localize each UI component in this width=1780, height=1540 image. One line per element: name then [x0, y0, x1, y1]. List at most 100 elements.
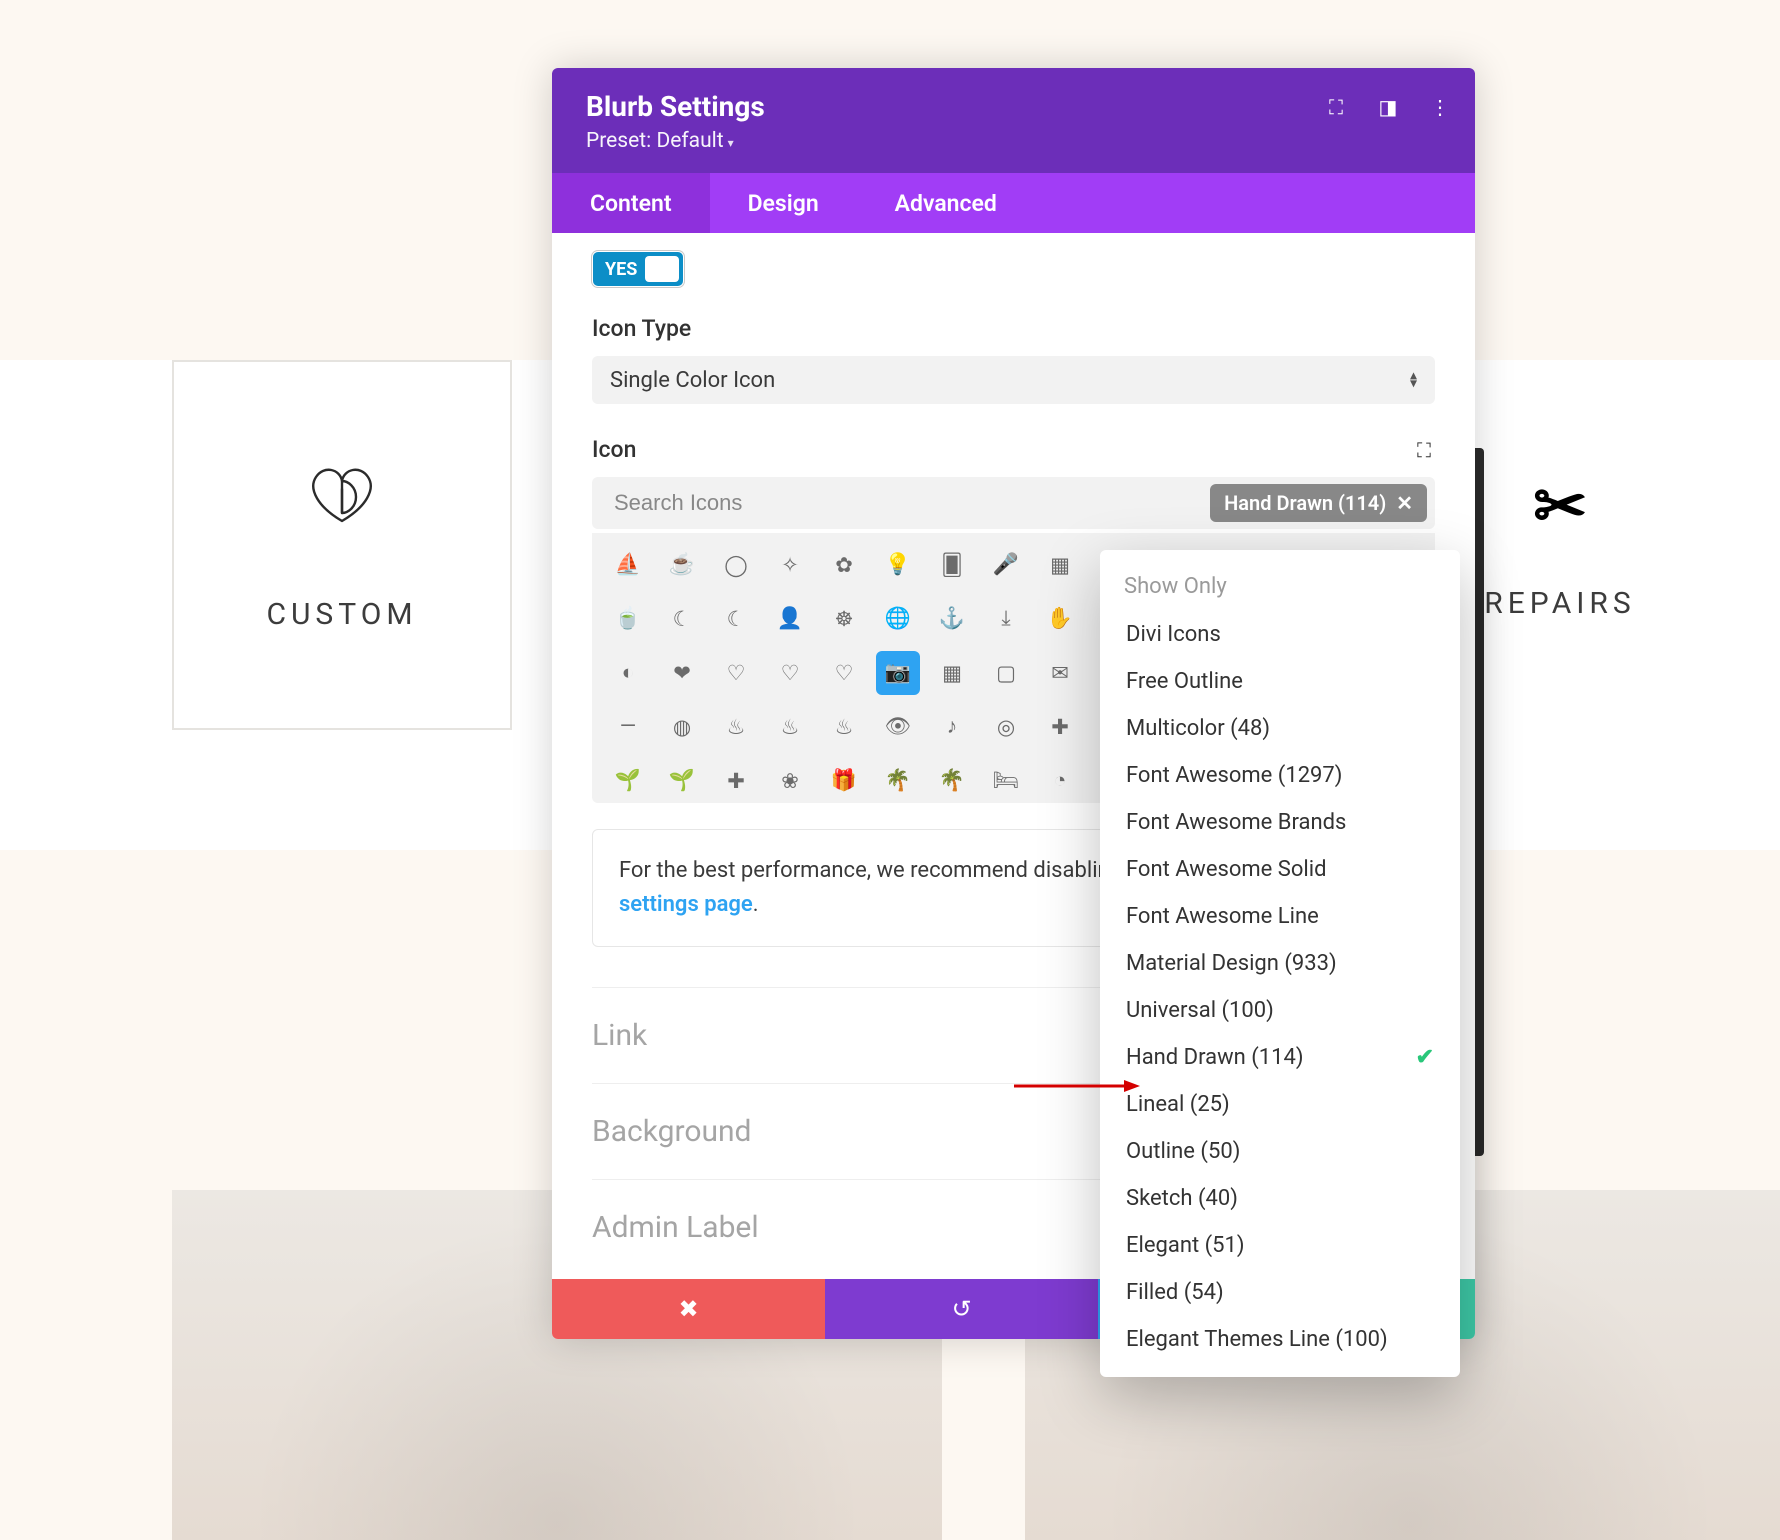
icon-option[interactable]: ✧	[768, 543, 812, 587]
filter-option[interactable]: Sketch (40)	[1100, 1175, 1460, 1222]
icon-type-select[interactable]: Single Color Icon	[592, 356, 1435, 404]
split-view-icon[interactable]: ◨	[1377, 96, 1399, 118]
more-menu-icon[interactable]: ⋮	[1429, 96, 1451, 118]
icon-option[interactable]: ♨	[822, 705, 866, 749]
filter-option-label: Filled (54)	[1126, 1280, 1224, 1305]
icon-option[interactable]: ◔	[1038, 759, 1082, 803]
cancel-button[interactable]: ✖	[552, 1279, 825, 1339]
leaf-heart-icon	[302, 459, 382, 529]
toggle-label: YES	[605, 259, 637, 280]
icon-option[interactable]: 📷	[876, 651, 920, 695]
filter-option-label: Font Awesome Solid	[1126, 857, 1327, 882]
icon-option[interactable]: ✚	[1038, 705, 1082, 749]
icon-option[interactable]: ♪	[930, 705, 974, 749]
filter-option-label: Elegant (51)	[1126, 1233, 1245, 1258]
icon-option[interactable]: ♨	[768, 705, 812, 749]
tab-design[interactable]: Design	[710, 173, 857, 233]
icon-option[interactable]: 🌴	[930, 759, 974, 803]
expand-modal-icon[interactable]: ⛶	[1325, 96, 1347, 118]
preset-dropdown[interactable]: Preset: Default▾	[586, 129, 1441, 153]
icon-option[interactable]: ✉	[1038, 651, 1082, 695]
filter-option-label: Font Awesome (1297)	[1126, 763, 1342, 788]
icon-option[interactable]: 🌱	[606, 759, 650, 803]
icon-option[interactable]: ✿	[822, 543, 866, 587]
filter-option-label: Divi Icons	[1126, 622, 1221, 647]
icon-type-value: Single Color Icon	[610, 368, 775, 393]
icon-option[interactable]: 🌱	[660, 759, 704, 803]
icon-option[interactable]: 🂠	[930, 543, 974, 587]
caret-down-icon: ▾	[728, 136, 734, 150]
icon-option[interactable]: 🎁	[822, 759, 866, 803]
use-icon-toggle[interactable]: YES	[592, 251, 684, 287]
modal-header: Blurb Settings Preset: Default▾ ⛶ ◨ ⋮	[552, 68, 1475, 173]
filter-option[interactable]: Material Design (933)	[1100, 940, 1460, 987]
filter-option[interactable]: Font Awesome Solid	[1100, 846, 1460, 893]
filter-option-label: Universal (100)	[1126, 998, 1274, 1023]
tab-content[interactable]: Content	[552, 173, 710, 233]
icon-option[interactable]: —	[606, 705, 650, 749]
modal-title: Blurb Settings	[586, 90, 1441, 123]
icon-label: Icon	[592, 436, 636, 463]
icon-option[interactable]: ◎	[984, 705, 1028, 749]
expand-icon-picker-icon[interactable]: ⛶	[1413, 439, 1435, 461]
icon-option[interactable]: ⛵	[606, 543, 650, 587]
icon-option[interactable]: ⚓	[930, 597, 974, 641]
filter-option-label: Multicolor (48)	[1126, 716, 1270, 741]
icon-option[interactable]: ◍	[660, 705, 704, 749]
icon-option[interactable]: ✚	[714, 759, 758, 803]
filter-option-label: Free Outline	[1126, 669, 1243, 694]
icon-option[interactable]: ☕	[660, 543, 704, 587]
filter-option-label: Outline (50)	[1126, 1139, 1240, 1164]
filter-option[interactable]: Multicolor (48)	[1100, 705, 1460, 752]
filter-option[interactable]: Universal (100)	[1100, 987, 1460, 1034]
icon-option[interactable]: 👤	[768, 597, 812, 641]
reset-button[interactable]: ↺	[825, 1279, 1098, 1339]
icon-option[interactable]: 🌐	[876, 597, 920, 641]
modal-tabs: Content Design Advanced	[552, 173, 1475, 233]
icon-option[interactable]: ✋	[1038, 597, 1082, 641]
filter-chip-hand-drawn[interactable]: Hand Drawn (114) ✕	[1210, 484, 1427, 522]
icon-option[interactable]: ♡	[714, 651, 758, 695]
filter-option[interactable]: Hand Drawn (114)✔	[1100, 1034, 1460, 1081]
icon-option[interactable]: ☾	[714, 597, 758, 641]
icon-option[interactable]: ▦	[1038, 543, 1082, 587]
icon-option[interactable]: ☾	[660, 597, 704, 641]
filter-option[interactable]: Divi Icons	[1100, 611, 1460, 658]
filter-chip-label: Hand Drawn (114)	[1224, 491, 1386, 515]
tab-advanced[interactable]: Advanced	[857, 173, 1035, 233]
icon-option[interactable]: ☸	[822, 597, 866, 641]
filter-option[interactable]: Filled (54)	[1100, 1269, 1460, 1316]
filter-option[interactable]: Font Awesome Brands	[1100, 799, 1460, 846]
icon-option[interactable]: 🍵	[606, 597, 650, 641]
filter-option[interactable]: Outline (50)	[1100, 1128, 1460, 1175]
icon-option[interactable]: ⤓	[984, 597, 1028, 641]
filter-option-label: Font Awesome Brands	[1126, 810, 1346, 835]
icon-option[interactable]: ▦	[930, 651, 974, 695]
icon-option[interactable]: ◐	[606, 651, 650, 695]
icon-option[interactable]: ♡	[822, 651, 866, 695]
icon-option[interactable]: ◯	[714, 543, 758, 587]
filter-option[interactable]: Elegant (51)	[1100, 1222, 1460, 1269]
icon-option[interactable]: ❀	[768, 759, 812, 803]
icon-option[interactable]: 🌴	[876, 759, 920, 803]
icon-option[interactable]: ♨	[714, 705, 758, 749]
filter-option[interactable]: Free Outline	[1100, 658, 1460, 705]
filter-option-label: Sketch (40)	[1126, 1186, 1238, 1211]
filter-option[interactable]: Elegant Themes Line (100)	[1100, 1316, 1460, 1363]
icon-option[interactable]: 💡	[876, 543, 920, 587]
filter-option-label: Lineal (25)	[1126, 1092, 1230, 1117]
close-icon[interactable]: ✕	[1396, 491, 1413, 515]
filter-option[interactable]: Font Awesome Line	[1100, 893, 1460, 940]
icon-option[interactable]: 🎤	[984, 543, 1028, 587]
icon-option[interactable]: ♡	[768, 651, 812, 695]
search-icons-input[interactable]	[614, 490, 1210, 516]
icon-option[interactable]: ▢	[984, 651, 1028, 695]
icon-option[interactable]: ❤	[660, 651, 704, 695]
icon-option[interactable]: 👁	[876, 705, 920, 749]
icon-option[interactable]: 🛏	[984, 759, 1028, 803]
card-custom[interactable]: CUSTOM	[172, 360, 512, 730]
toggle-knob	[645, 256, 679, 282]
filter-option[interactable]: Font Awesome (1297)	[1100, 752, 1460, 799]
filter-option[interactable]: Lineal (25)	[1100, 1081, 1460, 1128]
card-repairs-label: REPAIRS	[1484, 586, 1635, 621]
